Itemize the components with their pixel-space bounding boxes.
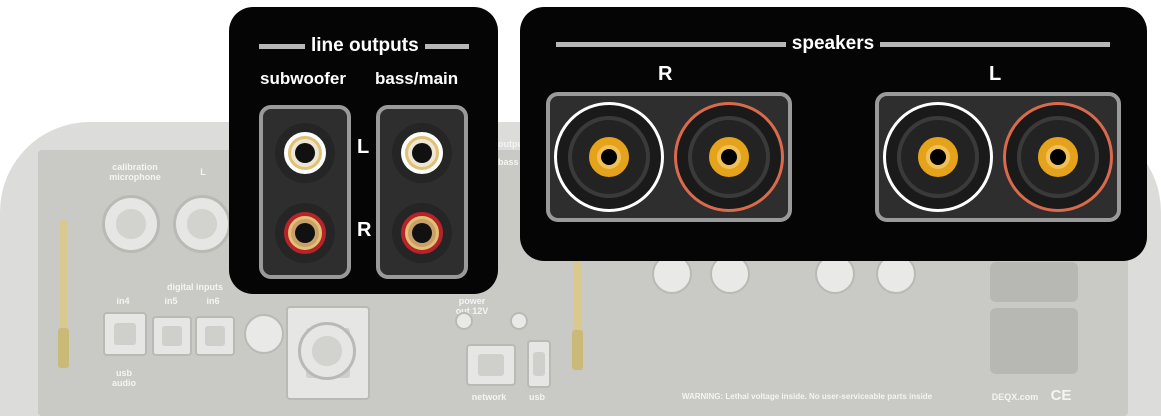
bass-main-label: bass/main: [375, 69, 459, 88]
xlr-digital-input: [298, 322, 356, 380]
line-outputs-panel: line outputs subwoofer bass/main L R: [229, 7, 498, 294]
power-switch: [990, 262, 1078, 302]
subwoofer-r-pin: [295, 223, 315, 243]
usb-audio-label: usb audio: [112, 368, 136, 388]
speakers-rule-right: [880, 41, 1110, 47]
brand-label: DEQX.com: [991, 392, 1039, 402]
network-label: network: [471, 392, 507, 402]
speaker-r-neutral-post: [554, 102, 664, 212]
speakers-title: speakers: [791, 33, 875, 54]
xlr-l-label: L: [200, 167, 206, 177]
digital-inputs-label: digital inputs: [167, 282, 223, 292]
usb-b-port: [103, 312, 147, 356]
speaker-l-positive-post: [1003, 102, 1113, 212]
optical-in6: [195, 316, 235, 356]
outputs-label: outputs: [498, 139, 520, 149]
channel-r-label: R: [357, 219, 372, 241]
center-antenna-base: [572, 330, 583, 370]
calibration-mic-xlr: [102, 195, 160, 253]
trigger-jack-2: [510, 312, 528, 330]
subwoofer-label: subwoofer: [260, 69, 346, 88]
optical-in5: [152, 316, 192, 356]
center-antenna: [574, 250, 581, 340]
ethernet-port: [466, 344, 516, 386]
speaker-l-neutral-post: [883, 102, 993, 212]
speakers-panel: speakers R L: [520, 7, 1147, 261]
bass-main-l-pin: [412, 143, 432, 163]
bass-label: bass: [498, 157, 518, 167]
line-outputs-title: line outputs: [311, 35, 419, 56]
title-rule-left: [259, 43, 305, 49]
speaker-l-positive-hole: [1050, 149, 1066, 165]
bass-main-jack-group: [376, 105, 468, 279]
speaker-l-terminal-group: [875, 92, 1121, 222]
left-antenna: [60, 220, 67, 335]
speakers-title-row: speakers: [556, 34, 1110, 54]
in5-label: in5: [164, 296, 178, 306]
usb-label: usb: [528, 392, 545, 402]
bass-main-r-rca: [392, 203, 452, 263]
subwoofer-l-pin: [295, 143, 315, 163]
speaker-l-neutral-hole: [930, 149, 946, 165]
usb-a-port: [527, 340, 551, 388]
calibration-mic-label: calibration microphone: [109, 162, 161, 182]
warning-label: WARNING: Lethal voltage inside. No user-…: [681, 392, 933, 401]
in4-label: in4: [116, 296, 130, 306]
in6-label: in6: [206, 296, 220, 306]
subwoofer-r-rca: [275, 203, 335, 263]
speaker-r-label: R: [658, 63, 673, 85]
xlr-input-l: [173, 195, 231, 253]
subwoofer-l-rca: [275, 123, 335, 183]
iec-power-inlet: [990, 308, 1078, 374]
subwoofer-jack-group: [259, 105, 351, 279]
channel-l-label: L: [357, 136, 370, 158]
speaker-r-positive-post: [674, 102, 784, 212]
line-outputs-title-row: line outputs: [259, 36, 469, 56]
bass-main-l-rca: [392, 123, 452, 183]
ce-mark: CE: [1050, 387, 1072, 404]
speaker-l-label: L: [989, 63, 1002, 85]
title-rule-right: [424, 43, 469, 49]
coax-input: [244, 314, 284, 354]
speakers-rule-left: [556, 41, 786, 47]
bass-main-r-pin: [412, 223, 432, 243]
left-antenna-base: [58, 328, 69, 368]
speaker-r-neutral-hole: [601, 149, 617, 165]
speaker-r-terminal-group: [546, 92, 792, 222]
trigger-jack-1: [455, 312, 473, 330]
speaker-r-positive-hole: [721, 149, 737, 165]
rear-panel-diagram: calibration microphone L outputs bass di…: [0, 0, 1161, 416]
